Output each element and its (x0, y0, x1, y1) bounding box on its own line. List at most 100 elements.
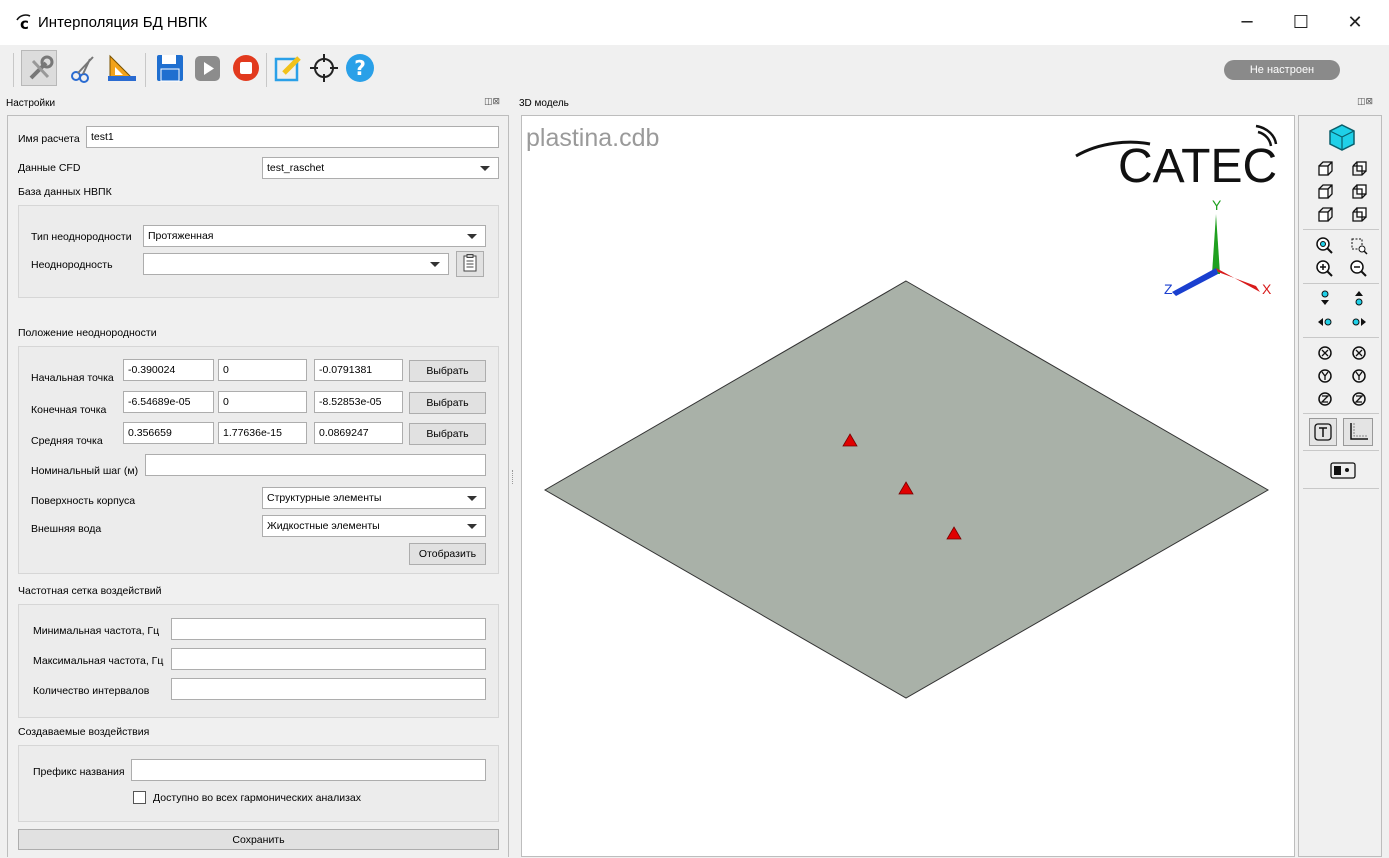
view-toolbar-separator (1303, 450, 1379, 451)
select-mid-point-button[interactable]: Выбрать (409, 423, 486, 445)
hull-surface-select[interactable]: Структурные элементы (262, 487, 486, 509)
mid-point-y-input[interactable]: 1.77636e-15 (218, 422, 307, 444)
all-harmonic-checkbox[interactable] (133, 791, 146, 804)
target-icon[interactable] (306, 50, 342, 86)
db-group: Тип неоднородности Протяженная Неоднород… (18, 205, 499, 298)
front-view-icon[interactable] (1315, 159, 1335, 179)
chevron-down-icon (467, 234, 477, 239)
bottom-view-icon[interactable] (1349, 205, 1369, 225)
select-end-point-button[interactable]: Выбрать (409, 392, 486, 414)
inhomogeneity-select[interactable] (143, 253, 449, 275)
calc-name-input[interactable]: test1 (86, 126, 499, 148)
calc-name-label: Имя расчета (18, 133, 80, 145)
chevron-down-icon (467, 496, 477, 501)
mid-point-z-input[interactable]: 0.0869247 (314, 422, 403, 444)
app-logo-icon: c (16, 14, 31, 31)
ruler-triangle-icon[interactable] (104, 50, 140, 86)
zoom-out-icon[interactable] (1349, 259, 1369, 279)
right-view-icon[interactable] (1349, 182, 1369, 202)
save-settings-button[interactable]: Сохранить (18, 829, 499, 850)
rotate-z-pos-icon[interactable] (1349, 389, 1369, 409)
view-toolbar (1298, 115, 1382, 857)
pan-right-icon[interactable] (1349, 312, 1369, 332)
select-start-point-button[interactable]: Выбрать (409, 360, 486, 382)
toolbar-separator (145, 53, 146, 87)
rotate-x-neg-icon[interactable] (1315, 343, 1335, 363)
left-view-icon[interactable] (1315, 182, 1335, 202)
close-button[interactable]: ✕ (1332, 8, 1378, 38)
start-point-y-input[interactable]: 0 (218, 359, 307, 381)
position-group: Начальная точка -0.390024 0 -0.0791381 В… (18, 346, 499, 574)
inhomogeneity-type-select[interactable]: Протяженная (143, 225, 486, 247)
toolbar-separator (13, 53, 14, 87)
rotate-z-neg-icon[interactable] (1315, 389, 1335, 409)
freq-section-title: Частотная сетка воздействий (18, 585, 162, 597)
axes-toggle-icon[interactable] (1343, 418, 1373, 446)
edit-icon[interactable] (270, 50, 306, 86)
end-point-label: Конечная точка (31, 404, 107, 416)
help-icon[interactable]: ? (342, 50, 378, 86)
model-panel-title: 3D модель (519, 98, 569, 109)
mid-point-label: Средняя точка (31, 435, 103, 447)
cut-icon[interactable] (66, 50, 102, 86)
pan-down-icon[interactable] (1315, 288, 1335, 308)
model-panel: 3D модель ◫⊠ plastina.cdb CATEC Y X Z (517, 95, 1389, 857)
end-point-y-input[interactable]: 0 (218, 391, 307, 413)
screenshot-icon[interactable] (1329, 459, 1357, 481)
display-button[interactable]: Отобразить (409, 543, 486, 565)
hull-surface-value: Структурные элементы (267, 492, 382, 504)
start-point-x-input[interactable]: -0.390024 (123, 359, 214, 381)
mid-point-x-input[interactable]: 0.356659 (123, 422, 214, 444)
intervals-input[interactable] (171, 678, 486, 700)
iso-view-icon[interactable] (1327, 122, 1357, 152)
settings-dock-buttons[interactable]: ◫⊠ (484, 97, 500, 107)
play-icon[interactable] (190, 50, 226, 86)
outer-water-label: Внешняя вода (31, 523, 102, 535)
freq-group: Минимальная частота, Гц Максимальная час… (18, 604, 499, 718)
save-icon[interactable] (152, 50, 188, 86)
text-toggle-icon[interactable] (1309, 418, 1337, 446)
rotate-x-pos-icon[interactable] (1349, 343, 1369, 363)
inhomogeneity-type-value: Протяженная (148, 230, 214, 242)
cfd-label: Данные CFD (18, 162, 81, 174)
zoom-box-icon[interactable] (1349, 236, 1369, 256)
settings-wrench-icon[interactable] (21, 50, 57, 86)
pan-up-icon[interactable] (1349, 288, 1369, 308)
cfd-select-value: test_raschet (267, 162, 325, 174)
view-toolbar-separator (1303, 413, 1379, 414)
minimize-button[interactable]: ─ (1224, 8, 1270, 38)
clipboard-button[interactable] (456, 251, 484, 277)
svg-text:?: ? (354, 56, 366, 80)
model-dock-buttons[interactable]: ◫⊠ (1357, 97, 1373, 107)
min-freq-input[interactable] (171, 618, 486, 640)
end-point-z-input[interactable]: -8.52853e-05 (314, 391, 403, 413)
rotate-y-neg-icon[interactable] (1315, 366, 1335, 386)
maximize-button[interactable]: ☐ (1278, 8, 1324, 38)
toolbar: ? Не настроен (0, 45, 1389, 95)
zoom-fit-icon[interactable] (1315, 236, 1335, 256)
title-bar: c Интерполяция БД НВПК ─ ☐ ✕ (0, 0, 1389, 45)
zoom-in-icon[interactable] (1315, 259, 1335, 279)
db-section-title: База данных НВПК (18, 186, 112, 198)
pan-left-icon[interactable] (1315, 312, 1335, 332)
panel-splitter[interactable] (512, 470, 515, 484)
model-viewport[interactable]: plastina.cdb CATEC Y X Z (521, 115, 1295, 857)
window-title: Интерполяция БД НВПК (38, 14, 208, 31)
rotate-y-pos-icon[interactable] (1349, 366, 1369, 386)
end-point-x-input[interactable]: -6.54689e-05 (123, 391, 214, 413)
nominal-step-input[interactable] (145, 454, 486, 476)
start-point-z-input[interactable]: -0.0791381 (314, 359, 403, 381)
back-view-icon[interactable] (1349, 159, 1369, 179)
status-badge: Не настроен (1224, 60, 1340, 80)
cfd-select[interactable]: test_raschet (262, 157, 499, 179)
outer-water-select[interactable]: Жидкостные элементы (262, 515, 486, 537)
view-toolbar-separator (1303, 229, 1379, 230)
view-toolbar-separator (1303, 337, 1379, 338)
top-view-icon[interactable] (1315, 205, 1335, 225)
prefix-input[interactable] (131, 759, 486, 781)
stop-icon[interactable] (228, 50, 264, 86)
settings-body: Имя расчета test1 Данные CFD test_rasche… (7, 115, 509, 857)
min-freq-label: Минимальная частота, Гц (33, 625, 160, 637)
nominal-step-label: Номинальный шаг (м) (31, 465, 139, 477)
max-freq-input[interactable] (171, 648, 486, 670)
